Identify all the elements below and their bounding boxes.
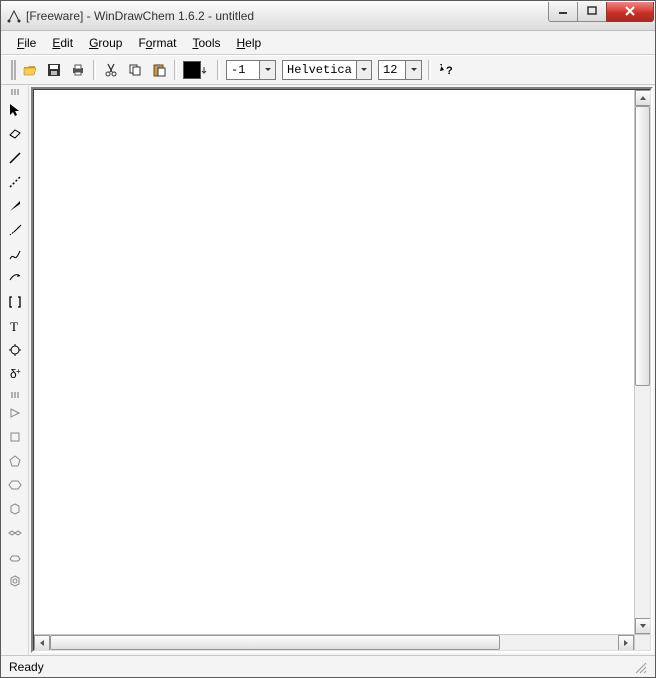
palette-grip: [5, 89, 25, 95]
dashed-line-tool[interactable]: [3, 170, 27, 194]
toolbar-grip: [11, 60, 17, 80]
menu-edit[interactable]: Edit: [46, 34, 79, 52]
bracket-tool[interactable]: [3, 290, 27, 314]
wedge-down-tool[interactable]: [3, 218, 27, 242]
arrow-tool[interactable]: [3, 266, 27, 290]
font-name-combo[interactable]: Helvetica: [282, 60, 372, 80]
work-area: T δ+: [1, 85, 655, 655]
vertical-scrollbar[interactable]: [634, 90, 650, 634]
line-thickness-value: -1: [227, 63, 249, 77]
menu-tools[interactable]: Tools: [186, 34, 226, 52]
paste-button[interactable]: [148, 59, 170, 81]
app-window: [Freeware] - WinDrawChem 1.6.2 - untitle…: [0, 0, 656, 678]
tool-palette: T δ+: [1, 85, 29, 655]
scroll-thumb[interactable]: [50, 635, 500, 650]
svg-text:+: +: [16, 367, 21, 376]
menu-help[interactable]: Help: [230, 34, 267, 52]
palette-grip: [5, 392, 25, 398]
scroll-corner: [634, 634, 650, 650]
canvas-frame: [31, 87, 653, 653]
current-color-swatch: [183, 61, 201, 79]
separator: [217, 60, 220, 80]
color-picker-button[interactable]: [181, 59, 213, 81]
pentagon-shape-tool[interactable]: [3, 449, 27, 473]
wavy-bond-tool[interactable]: [3, 242, 27, 266]
scroll-right-button[interactable]: [618, 635, 634, 651]
line-tool[interactable]: [3, 146, 27, 170]
benzene-tool[interactable]: [3, 569, 27, 593]
hexagon-flat-tool[interactable]: [3, 473, 27, 497]
separator: [174, 60, 177, 80]
menu-group[interactable]: Group: [83, 34, 128, 52]
menubar: File Edit Group Format Tools Help: [1, 31, 655, 55]
horizontal-scrollbar[interactable]: [34, 634, 634, 650]
cut-button[interactable]: [100, 59, 122, 81]
window-title: [Freeware] - WinDrawChem 1.6.2 - untitle…: [26, 9, 254, 23]
chevron-down-icon: [405, 61, 421, 79]
font-size-value: 12: [379, 63, 401, 77]
resize-grip-icon[interactable]: [633, 660, 647, 674]
separator: [428, 60, 431, 80]
chevron-down-icon: [259, 61, 275, 79]
app-icon: [7, 9, 21, 23]
canvas-container: [29, 85, 655, 655]
statusbar: Ready: [1, 655, 655, 677]
line-thickness-combo[interactable]: -1: [226, 60, 276, 80]
menu-format[interactable]: Format: [132, 34, 182, 52]
minimize-button[interactable]: [548, 2, 578, 22]
copy-button[interactable]: [124, 59, 146, 81]
font-name-value: Helvetica: [283, 63, 356, 77]
svg-text:T: T: [10, 319, 18, 334]
titlebar: [Freeware] - WinDrawChem 1.6.2 - untitle…: [1, 1, 655, 31]
hexagon-point-tool[interactable]: [3, 497, 27, 521]
maximize-button[interactable]: [577, 2, 607, 22]
svg-text:?: ?: [446, 65, 453, 77]
scroll-down-button[interactable]: [635, 618, 651, 634]
menu-file[interactable]: File: [11, 34, 42, 52]
boat-conformer-tool[interactable]: [3, 545, 27, 569]
select-tool[interactable]: [3, 98, 27, 122]
print-button[interactable]: [67, 59, 89, 81]
scroll-left-button[interactable]: [34, 635, 50, 651]
erase-tool[interactable]: [3, 122, 27, 146]
status-text: Ready: [9, 660, 44, 674]
main-toolbar: -1 Helvetica 12 ?: [1, 55, 655, 85]
close-button[interactable]: [606, 2, 654, 22]
wedge-up-tool[interactable]: [3, 194, 27, 218]
text-tool[interactable]: T: [3, 314, 27, 338]
drawing-canvas[interactable]: [33, 89, 651, 651]
save-button[interactable]: [43, 59, 65, 81]
context-help-button[interactable]: ?: [435, 59, 457, 81]
font-size-combo[interactable]: 12: [378, 60, 422, 80]
dropdown-arrow-icon: [201, 62, 211, 78]
chair-conformer-tool[interactable]: [3, 521, 27, 545]
separator: [93, 60, 96, 80]
square-shape-tool[interactable]: [3, 425, 27, 449]
chevron-down-icon: [356, 61, 371, 79]
open-button[interactable]: [19, 59, 41, 81]
scroll-thumb[interactable]: [635, 106, 650, 386]
ring-tool[interactable]: [3, 338, 27, 362]
window-controls: [549, 2, 654, 22]
scroll-up-button[interactable]: [635, 90, 651, 106]
symbol-tool[interactable]: δ+: [3, 362, 27, 386]
triangle-shape-tool[interactable]: [3, 401, 27, 425]
